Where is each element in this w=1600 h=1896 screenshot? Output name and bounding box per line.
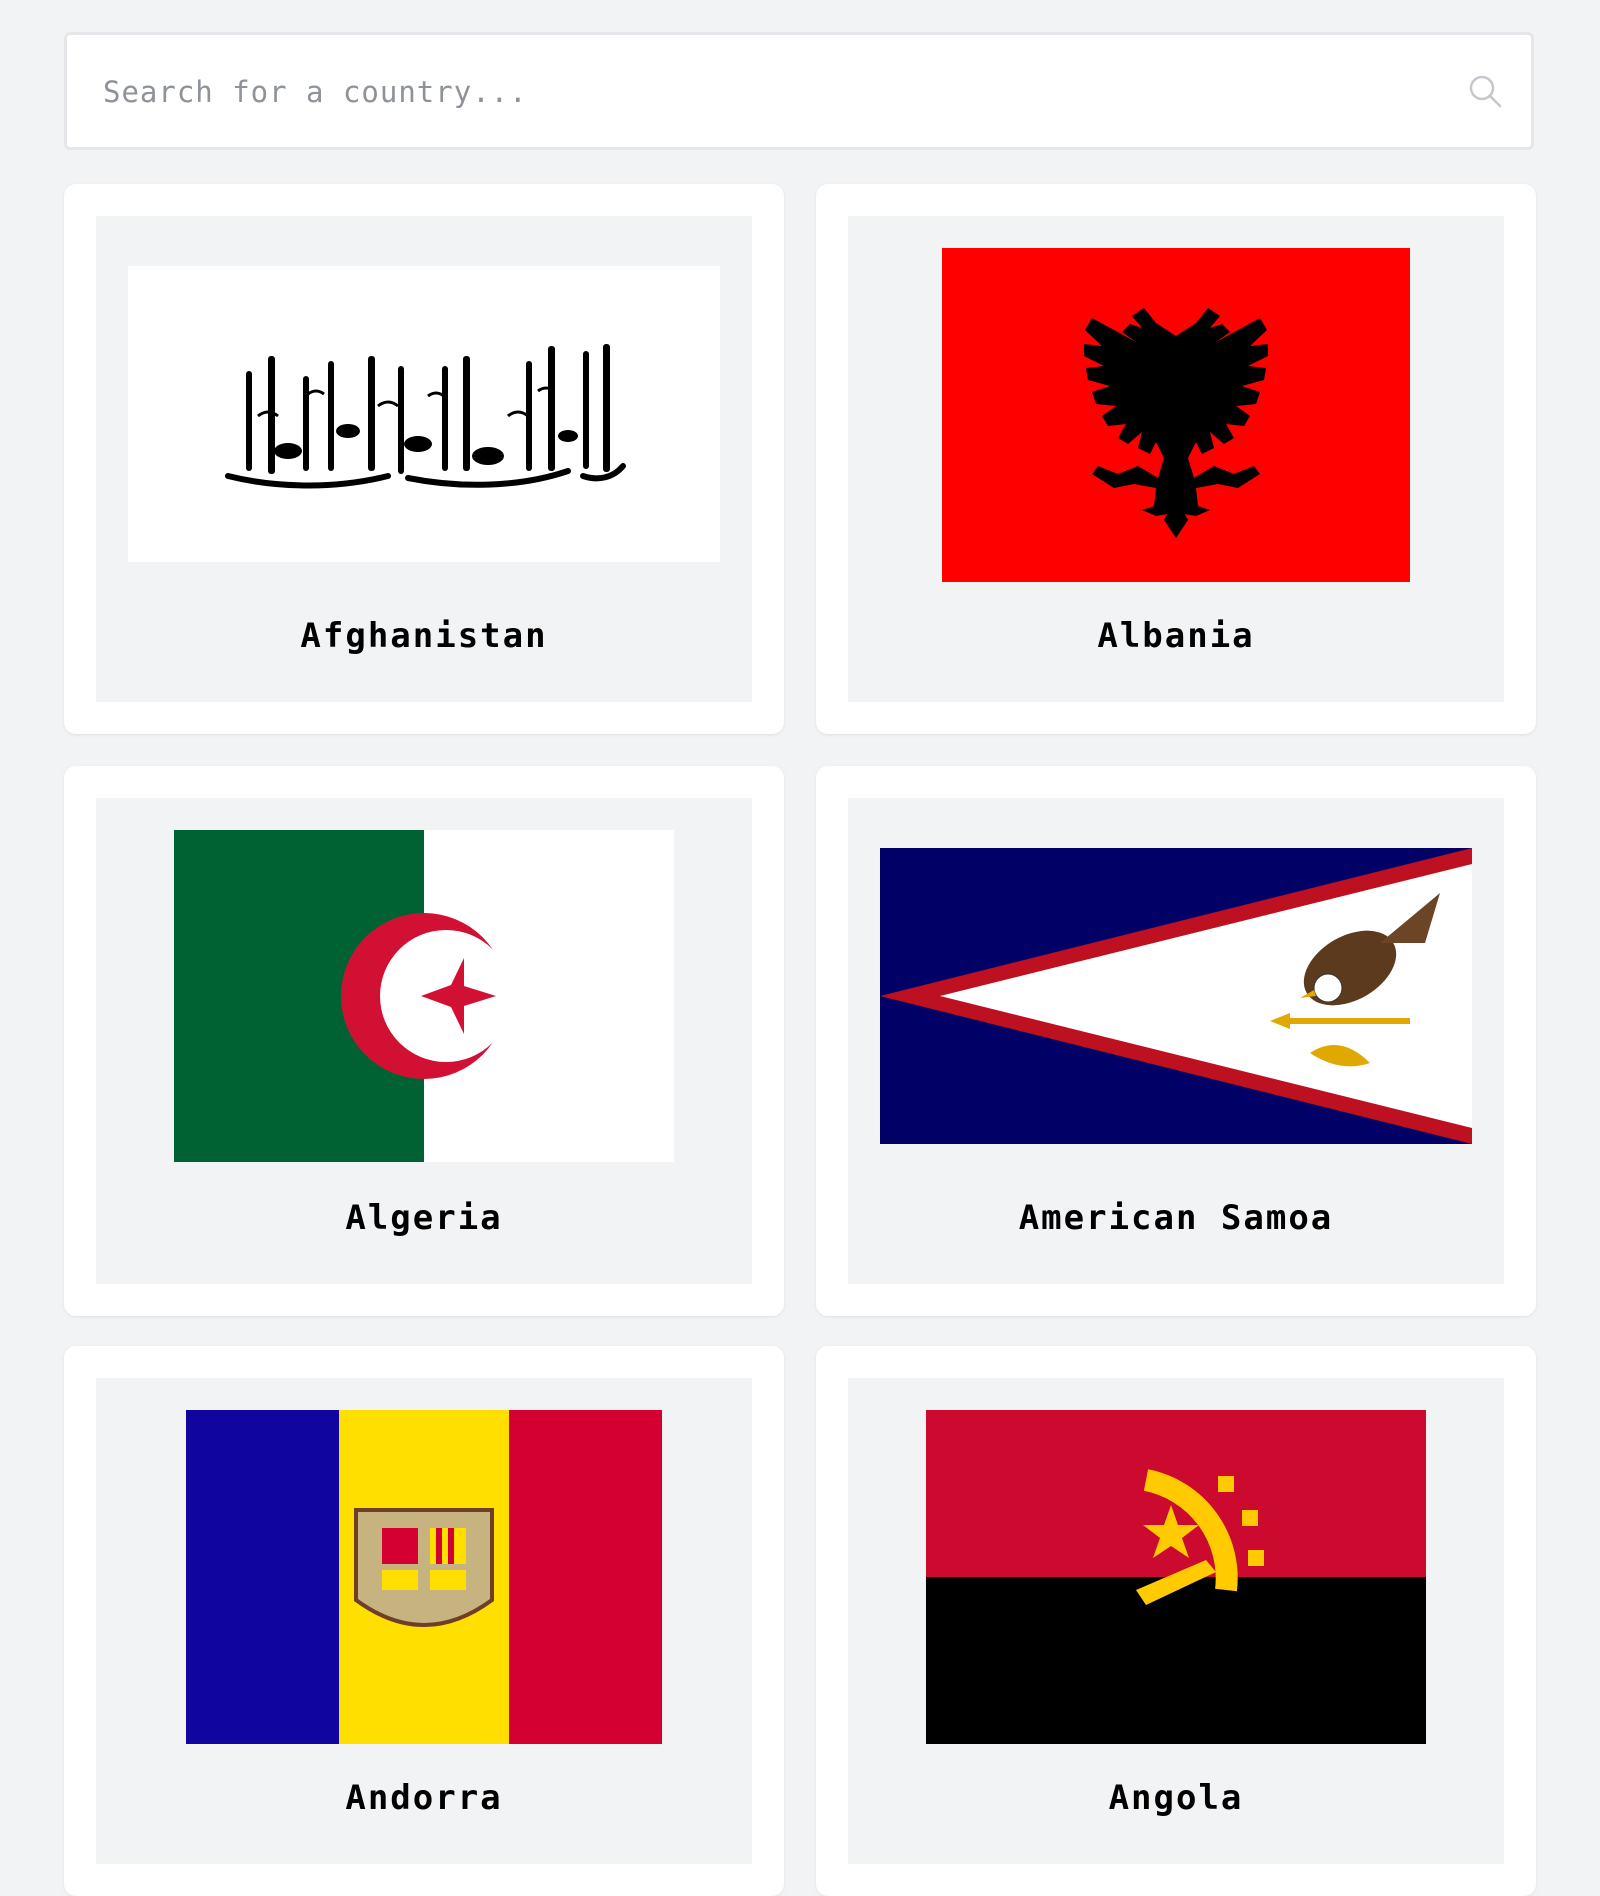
country-name: Albania (1097, 616, 1255, 656)
country-card-afghanistan[interactable]: Afghanistan (64, 184, 784, 734)
country-name: Algeria (345, 1198, 503, 1238)
card-body: Afghanistan (96, 216, 752, 702)
flag-algeria-image (174, 830, 674, 1162)
country-name: Andorra (345, 1778, 503, 1818)
search-icon[interactable] (1467, 73, 1503, 109)
card-body: American Samoa (848, 798, 1504, 1284)
country-card-algeria[interactable]: Algeria (64, 766, 784, 1316)
search-bar[interactable] (64, 32, 1534, 150)
country-name: Angola (1108, 1778, 1244, 1818)
country-card-andorra[interactable]: Andorra (64, 1346, 784, 1896)
card-body: Angola (848, 1378, 1504, 1864)
flag-afghanistan-image (128, 266, 720, 562)
country-card-albania[interactable]: Albania (816, 184, 1536, 734)
country-name: Afghanistan (300, 616, 548, 656)
flag-albania-image (942, 248, 1410, 582)
country-name: American Samoa (1018, 1198, 1334, 1238)
card-body: Andorra (96, 1378, 752, 1864)
card-body: Albania (848, 216, 1504, 702)
search-input[interactable] (101, 59, 1405, 125)
card-body: Algeria (96, 798, 752, 1284)
country-card-angola[interactable]: Angola (816, 1346, 1536, 1896)
flag-american-samoa-image (880, 848, 1472, 1144)
flag-angola-image (926, 1410, 1426, 1744)
country-card-american-samoa[interactable]: American Samoa (816, 766, 1536, 1316)
flag-andorra-image (186, 1410, 662, 1744)
